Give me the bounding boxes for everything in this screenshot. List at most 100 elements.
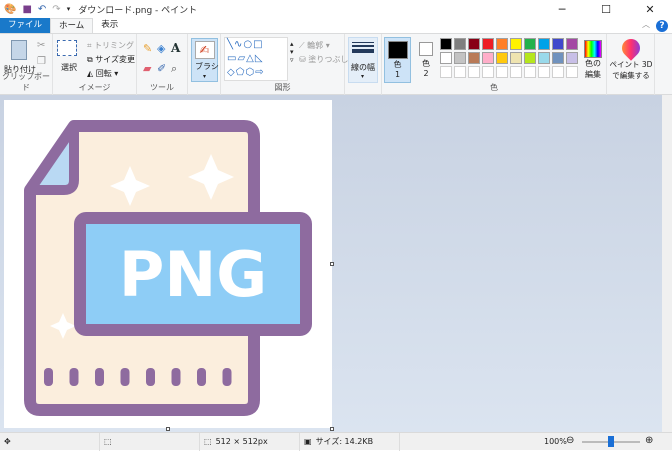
eraser-icon[interactable]: ▰	[143, 62, 151, 75]
tab-home[interactable]: ホーム	[50, 18, 94, 33]
paint3d-button[interactable]: ペイント 3D で編集する	[609, 35, 653, 83]
clipboard-group-label: クリップボード	[2, 72, 50, 92]
rotate-label: 回転	[95, 69, 112, 78]
crop-button[interactable]: ⌗ トリミング	[87, 40, 134, 51]
palette-swatch[interactable]	[482, 38, 494, 50]
zoom-slider[interactable]	[582, 436, 640, 447]
size-label: 線の幅	[351, 63, 375, 72]
palette-swatch[interactable]	[552, 38, 564, 50]
fill-bucket-icon[interactable]: ◈	[157, 42, 165, 55]
resize-handle-right[interactable]	[330, 262, 334, 266]
cut-icon[interactable]: ✂	[37, 40, 45, 51]
decor-dash	[197, 368, 206, 386]
colors-group: 色 1 色 2 色の 編集 色	[381, 34, 607, 95]
redo-icon[interactable]: ↷	[52, 4, 60, 15]
palette-swatch[interactable]	[510, 66, 522, 78]
palette-swatch[interactable]	[538, 38, 550, 50]
pencil-icon[interactable]: ✎	[143, 42, 152, 55]
palette-swatch[interactable]	[510, 52, 522, 64]
resize-handle-corner[interactable]	[330, 427, 334, 431]
color-picker-icon[interactable]: ✐	[157, 62, 166, 75]
help-icon[interactable]: ?	[656, 20, 668, 32]
zoom-out-button[interactable]: ⊖	[566, 435, 574, 446]
zoom-slider-thumb[interactable]	[608, 436, 614, 447]
resize-handle-bottom[interactable]	[166, 427, 170, 431]
shapes-group-label: 図形	[274, 83, 291, 92]
palette-swatch[interactable]	[566, 52, 578, 64]
zoom-level: 100%	[544, 437, 567, 446]
copy-icon[interactable]: ❐	[37, 56, 46, 67]
brush-icon: ✍	[194, 41, 215, 59]
shape-icons[interactable]: ╲∿○□ ▭▱△◺ ◇⬠⬡⇨	[227, 39, 265, 78]
close-button[interactable]: ✕	[628, 0, 672, 18]
customize-quick-access-icon[interactable]: ▾	[67, 5, 71, 13]
selection-size: ⬚	[104, 432, 200, 451]
file-size: ▣ サイズ: 14.2KB	[304, 432, 400, 451]
palette-swatch[interactable]	[566, 66, 578, 78]
title-bar: 🎨 ■ ↶ ↷ ▾ ダウンロード.png - ペイント ─ ☐ ✕	[0, 0, 672, 18]
palette-swatch[interactable]	[454, 38, 466, 50]
palette-swatch[interactable]	[510, 38, 522, 50]
maximize-button[interactable]: ☐	[584, 0, 628, 18]
undo-icon[interactable]: ↶	[38, 4, 46, 15]
palette-swatch[interactable]	[524, 52, 536, 64]
shapes-gallery[interactable]: ╲∿○□ ▭▱△◺ ◇⬠⬡⇨	[224, 37, 288, 81]
outline-button[interactable]: ⟋ 輪郭 ▾	[299, 40, 330, 51]
resize-label: サイズ変更	[95, 55, 136, 64]
image-dimensions: ⬚ 512 × 512px	[204, 432, 300, 451]
save-icon[interactable]: ■	[22, 4, 31, 15]
resize-button[interactable]: ⧉ サイズ変更	[87, 54, 135, 65]
size-button[interactable]: 線の幅 ▾	[348, 37, 378, 83]
paint3d-icon	[618, 35, 644, 61]
palette-swatch[interactable]	[454, 66, 466, 78]
decor-dash	[120, 368, 130, 386]
color2-button[interactable]: 色 2	[415, 37, 437, 83]
palette-swatch[interactable]	[552, 66, 564, 78]
edit-colors-label-1: 色の	[585, 59, 601, 68]
edit-colors-button[interactable]: 色の 編集	[581, 37, 605, 83]
palette-swatch[interactable]	[496, 38, 508, 50]
palette-swatch[interactable]	[468, 66, 480, 78]
palette-swatch[interactable]	[496, 52, 508, 64]
palette-swatch[interactable]	[538, 66, 550, 78]
zoom-in-button[interactable]: ⊕	[645, 435, 653, 446]
palette-swatch[interactable]	[468, 52, 480, 64]
minimize-button[interactable]: ─	[540, 0, 584, 18]
rotate-button[interactable]: ◭ 回転 ▾	[87, 68, 118, 79]
tab-file[interactable]: ファイル	[0, 18, 51, 33]
window-title: ダウンロード.png - ペイント	[78, 5, 198, 16]
palette-swatch[interactable]	[454, 52, 466, 64]
magnifier-icon[interactable]: ⌕	[171, 62, 177, 76]
tools-group: ✎ ◈ A ▰ ✐ ⌕ ツール	[137, 34, 188, 95]
text-tool-icon[interactable]: A	[171, 41, 180, 55]
palette-swatch[interactable]	[440, 66, 452, 78]
dimensions-text: 512 × 512px	[215, 437, 268, 446]
image-canvas[interactable]: PNG	[4, 100, 332, 428]
fill-button[interactable]: ⛁ 塗りつぶし ▾	[299, 54, 355, 65]
status-bar: ✥ ⬚ ⬚ 512 × 512px ▣ サイズ: 14.2KB 100% ⊖ ⊕	[0, 432, 672, 451]
brush-dropdown-icon[interactable]: ▾	[203, 73, 206, 80]
brush-button[interactable]: ✍ ブラシ ▾	[191, 38, 219, 82]
palette-swatch[interactable]	[482, 52, 494, 64]
size-dropdown-icon: ▾	[361, 73, 365, 80]
palette-swatch[interactable]	[496, 66, 508, 78]
palette-swatch[interactable]	[524, 38, 536, 50]
ribbon-tabs: ファイル ホーム 表示	[0, 18, 672, 33]
color1-button[interactable]: 色 1	[384, 37, 411, 83]
palette-swatch[interactable]	[440, 38, 452, 50]
color1-label: 色	[393, 60, 402, 69]
vertical-scrollbar[interactable]	[662, 95, 672, 432]
tab-view[interactable]: 表示	[93, 18, 126, 33]
shapes-scroll-icon[interactable]: ▴ ▾ ▿	[290, 40, 294, 64]
palette-swatch[interactable]	[566, 38, 578, 50]
select-button[interactable]: 選択	[57, 40, 81, 80]
palette-swatch[interactable]	[468, 38, 480, 50]
paint-app-icon: 🎨	[4, 3, 17, 15]
crop-label: トリミング	[94, 41, 135, 50]
palette-swatch[interactable]	[524, 66, 536, 78]
palette-swatch[interactable]	[552, 52, 564, 64]
collapse-ribbon-icon[interactable]: ︿	[642, 19, 650, 30]
palette-swatch[interactable]	[440, 52, 452, 64]
palette-swatch[interactable]	[538, 52, 550, 64]
palette-swatch[interactable]	[482, 66, 494, 78]
